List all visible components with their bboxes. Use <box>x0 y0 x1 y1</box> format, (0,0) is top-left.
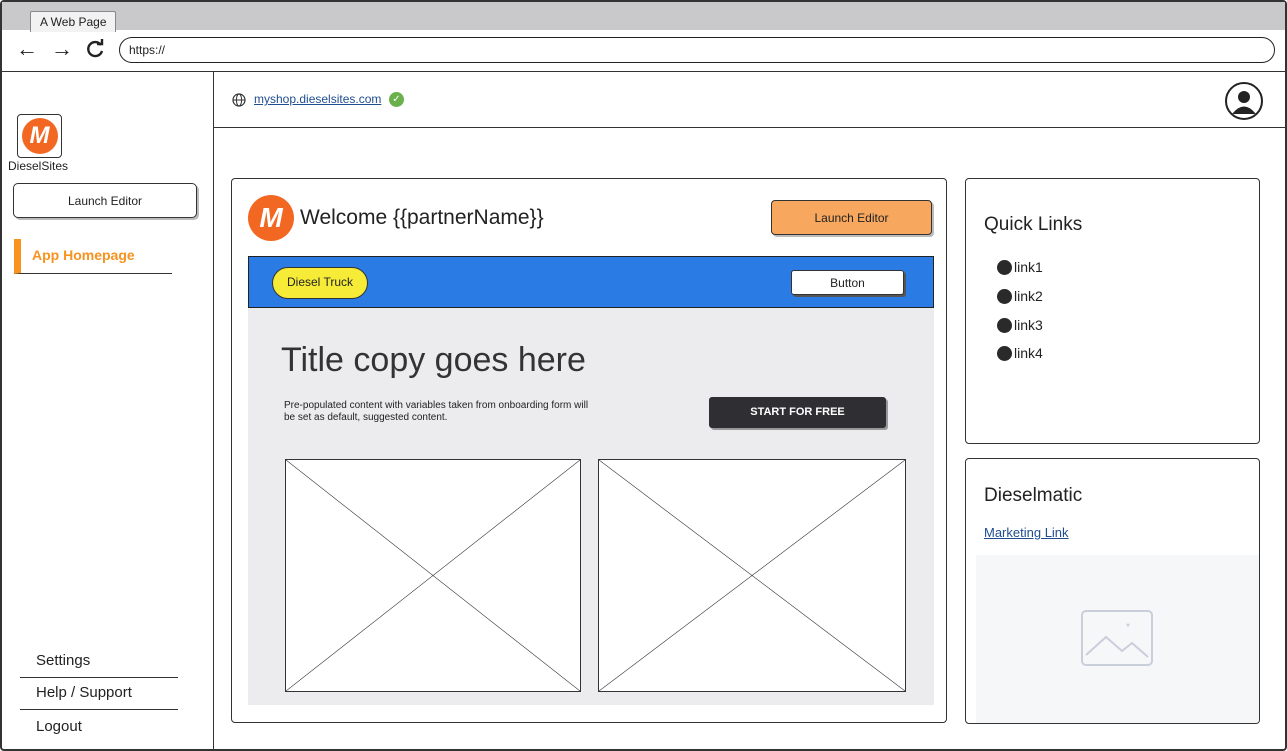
forward-arrow-icon[interactable]: → <box>51 38 73 60</box>
quick-link-label: link2 <box>1014 288 1043 304</box>
image-placeholder-right <box>598 459 906 692</box>
image-placeholder-icon <box>1081 610 1153 666</box>
quick-link-item[interactable]: link4 <box>997 345 1043 361</box>
quick-link-item[interactable]: link1 <box>997 259 1043 275</box>
preview-title: Title copy goes here <box>281 341 586 379</box>
brand-name: DieselSites <box>8 159 69 173</box>
bullet-icon <box>997 345 1012 361</box>
quick-links-title: Quick Links <box>984 214 1083 235</box>
tab-strip: A Web Page <box>2 2 1285 32</box>
check-circle-icon: ✓ <box>389 92 404 107</box>
address-bar[interactable]: https:// <box>119 37 1275 63</box>
image-placeholder-left <box>285 459 581 692</box>
site-url-link[interactable]: myshop.dieselsites.com <box>254 92 381 106</box>
browser-tab[interactable]: A Web Page <box>30 11 116 32</box>
browser-nav-bar: ← → https:// <box>2 30 1285 72</box>
quick-link-item[interactable]: link2 <box>997 288 1043 304</box>
start-for-free-button[interactable]: START FOR FREE <box>709 397 886 428</box>
top-bar: myshop.dieselsites.com ✓ <box>214 72 1285 128</box>
reload-icon[interactable] <box>84 38 106 64</box>
brand-logo[interactable]: M <box>17 114 62 158</box>
launch-editor-button[interactable]: Launch Editor <box>771 200 932 235</box>
brand-mark: M <box>21 118 58 154</box>
marketing-link[interactable]: Marketing Link <box>984 525 1069 540</box>
welcome-logo: M <box>248 195 294 241</box>
quick-link-label: link3 <box>1014 317 1043 333</box>
welcome-heading: Welcome {{partnerName}} <box>300 206 544 229</box>
bullet-icon <box>997 259 1012 275</box>
welcome-card: M Welcome {{partnerName}} Launch Editor … <box>231 178 947 723</box>
sidebar-item-settings[interactable]: Settings <box>20 646 178 678</box>
dieselmatic-title: Dieselmatic <box>984 485 1083 506</box>
back-arrow-icon[interactable]: ← <box>16 38 38 60</box>
sidebar-item-help-support[interactable]: Help / Support <box>20 678 178 710</box>
site-preview: Diesel Truck Button Title copy goes here… <box>248 256 934 705</box>
bullet-icon <box>997 288 1012 304</box>
quick-links-card: Quick Links link1 link2 link3 link4 <box>965 178 1260 444</box>
preview-header-button[interactable]: Button <box>791 270 904 295</box>
dieselmatic-card: Dieselmatic Marketing Link <box>965 458 1260 724</box>
quick-link-label: link4 <box>1014 345 1043 361</box>
globe-icon <box>232 93 246 107</box>
preview-header-bar: Diesel Truck Button <box>248 256 934 308</box>
preview-brand-pill[interactable]: Diesel Truck <box>272 267 368 299</box>
preview-description: Pre-populated content with variables tak… <box>284 400 589 423</box>
user-icon[interactable] <box>1225 82 1263 120</box>
sidebar-item-app-homepage[interactable]: App Homepage <box>14 239 172 274</box>
quick-link-item[interactable]: link3 <box>997 317 1043 333</box>
marketing-image <box>976 555 1259 723</box>
bullet-icon <box>997 317 1012 333</box>
sidebar: M DieselSites Launch Editor App Homepage… <box>2 72 214 749</box>
quick-link-label: link1 <box>1014 259 1043 275</box>
sidebar-launch-editor-button[interactable]: Launch Editor <box>13 183 197 218</box>
sidebar-item-logout[interactable]: Logout <box>20 712 178 744</box>
